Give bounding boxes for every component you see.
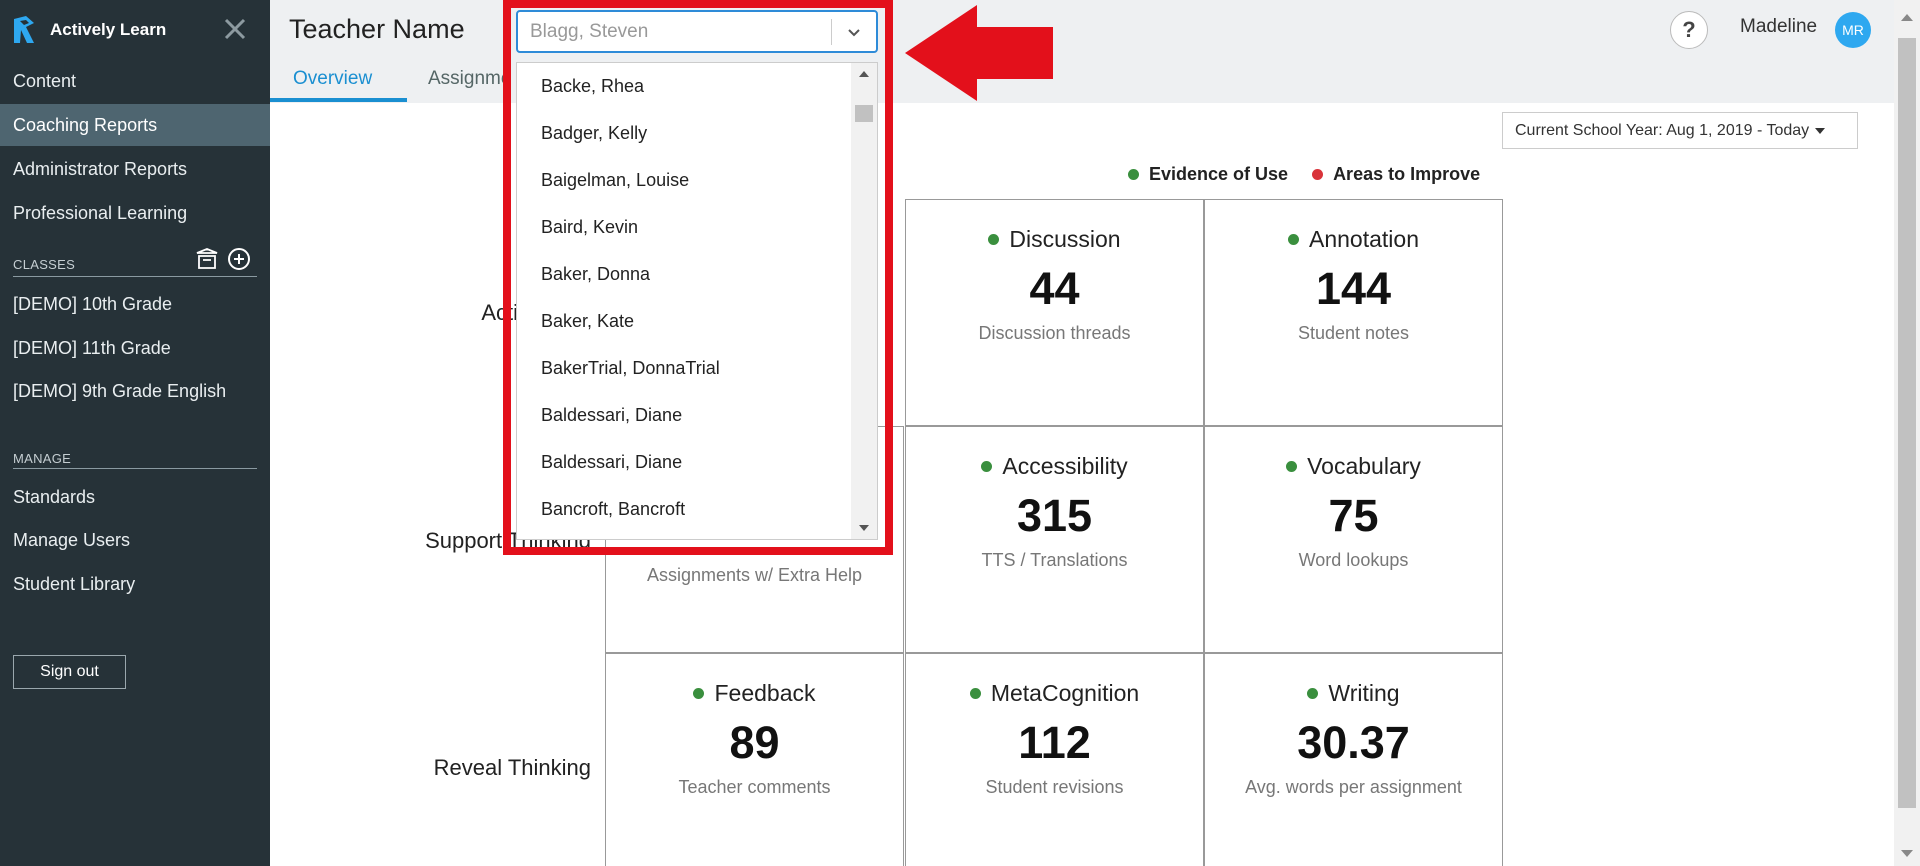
metric-title: Accessibility [1002, 453, 1128, 479]
nav-administrator-reports[interactable]: Administrator Reports [0, 148, 270, 190]
annotation-highlight-box [503, 0, 893, 555]
metric-value: 75 [1328, 490, 1379, 541]
page-scrollbar[interactable] [1894, 0, 1920, 866]
sidebar: Actively Learn Content Coaching Reports … [0, 0, 270, 866]
status-dot-icon [988, 234, 1000, 245]
metric-value: 315 [1016, 490, 1093, 541]
status-dot-icon [1288, 234, 1299, 245]
brand-name: Actively Learn [50, 20, 167, 39]
metric-card-annotation[interactable]: Annotation 144 Student notes [1204, 199, 1503, 426]
page-title: Teacher Name [289, 14, 465, 44]
metric-subtitle: Avg. words per assignment [1245, 777, 1462, 797]
metric-value: 112 [1018, 717, 1091, 768]
metric-value: 30.37 [1297, 717, 1410, 768]
metric-subtitle: Discussion threads [978, 323, 1131, 343]
add-class-icon[interactable] [226, 246, 252, 272]
help-icon[interactable]: ? [1670, 11, 1708, 49]
date-range-dropdown[interactable]: Current School Year: Aug 1, 2019 - Today [1502, 112, 1858, 149]
evidence-dot-icon [1128, 169, 1139, 180]
row-label-reveal: Reveal Thinking [433, 755, 591, 780]
nav-student-library[interactable]: Student Library [0, 563, 270, 605]
metric-title: Writing [1328, 680, 1400, 706]
scroll-up-icon[interactable] [1901, 14, 1913, 21]
nav-coaching-reports[interactable]: Coaching Reports [0, 104, 270, 146]
metric-title: Vocabulary [1307, 453, 1421, 479]
nav-manage-users[interactable]: Manage Users [0, 519, 270, 561]
annotation-arrow-icon [905, 5, 1053, 101]
classes-section-label: CLASSES [13, 257, 76, 272]
status-dot-icon [969, 688, 981, 699]
avatar[interactable]: MR [1835, 12, 1871, 48]
status-dot-icon [693, 688, 705, 699]
scrollbar-thumb[interactable] [1898, 38, 1916, 808]
sign-out-button[interactable]: Sign out [13, 655, 126, 689]
close-sidebar-icon[interactable] [218, 12, 252, 46]
date-range-label: Current School Year: Aug 1, 2019 - Today [1515, 121, 1810, 139]
metric-subtitle: Assignments w/ Extra Help [646, 565, 863, 585]
archive-class-icon[interactable] [194, 246, 220, 272]
metric-card-vocabulary[interactable]: Vocabulary 75 Word lookups [1204, 426, 1503, 653]
legend-improve: Areas to Improve [1333, 164, 1481, 184]
nav-standards[interactable]: Standards [0, 476, 270, 518]
metric-card-feedback[interactable]: Feedback 89 Teacher comments [605, 653, 904, 866]
class-11th-grade[interactable]: [DEMO] 11th Grade [0, 327, 270, 369]
metric-value: 44 [1029, 263, 1080, 314]
metric-card-metacognition[interactable]: MetaCognition 112 Student revisions [905, 653, 1204, 866]
legend-evidence: Evidence of Use [1149, 164, 1289, 184]
status-dot-icon [1286, 461, 1298, 472]
improve-dot-icon [1312, 169, 1324, 180]
active-tab-indicator [270, 98, 407, 102]
caret-down-icon [1815, 127, 1826, 134]
metric-title: MetaCognition [990, 680, 1140, 706]
metric-subtitle: Word lookups [1298, 550, 1409, 570]
metric-title: Feedback [714, 680, 816, 706]
nav-professional-learning[interactable]: Professional Learning [0, 192, 270, 234]
class-10th-grade[interactable]: [DEMO] 10th Grade [0, 283, 270, 325]
actively-learn-logo-icon [14, 16, 34, 43]
nav-content[interactable]: Content [0, 60, 270, 102]
status-dot-icon [1307, 688, 1319, 699]
manage-divider [13, 468, 257, 469]
metric-value: 89 [729, 717, 780, 768]
classes-divider [13, 276, 257, 277]
metric-title: Annotation [1309, 226, 1419, 252]
status-dot-icon [981, 461, 993, 472]
metric-subtitle: Student revisions [985, 777, 1124, 797]
tab-overview[interactable]: Overview [293, 68, 372, 90]
metric-subtitle: TTS / Translations [981, 550, 1128, 570]
tab-assignments[interactable]: Assignme [428, 68, 511, 90]
metric-subtitle: Teacher comments [678, 777, 831, 797]
class-9th-grade-english[interactable]: [DEMO] 9th Grade English [0, 370, 270, 412]
manage-section-label: MANAGE [13, 451, 72, 466]
metric-card-writing[interactable]: Writing 30.37 Avg. words per assignment [1204, 653, 1503, 866]
metric-card-accessibility[interactable]: Accessibility 315 TTS / Translations [905, 426, 1204, 653]
metric-title: Discussion [1009, 226, 1121, 252]
metric-value: 144 [1315, 263, 1392, 314]
scroll-down-icon[interactable] [1901, 850, 1913, 857]
user-name[interactable]: Madeline [1740, 16, 1817, 38]
metric-subtitle: Student notes [1297, 323, 1410, 343]
metric-card-discussion[interactable]: Discussion 44 Discussion threads [905, 199, 1204, 426]
legend: Evidence of Use Areas to Improve [1128, 164, 1480, 185]
brand[interactable]: Actively Learn [12, 14, 166, 46]
